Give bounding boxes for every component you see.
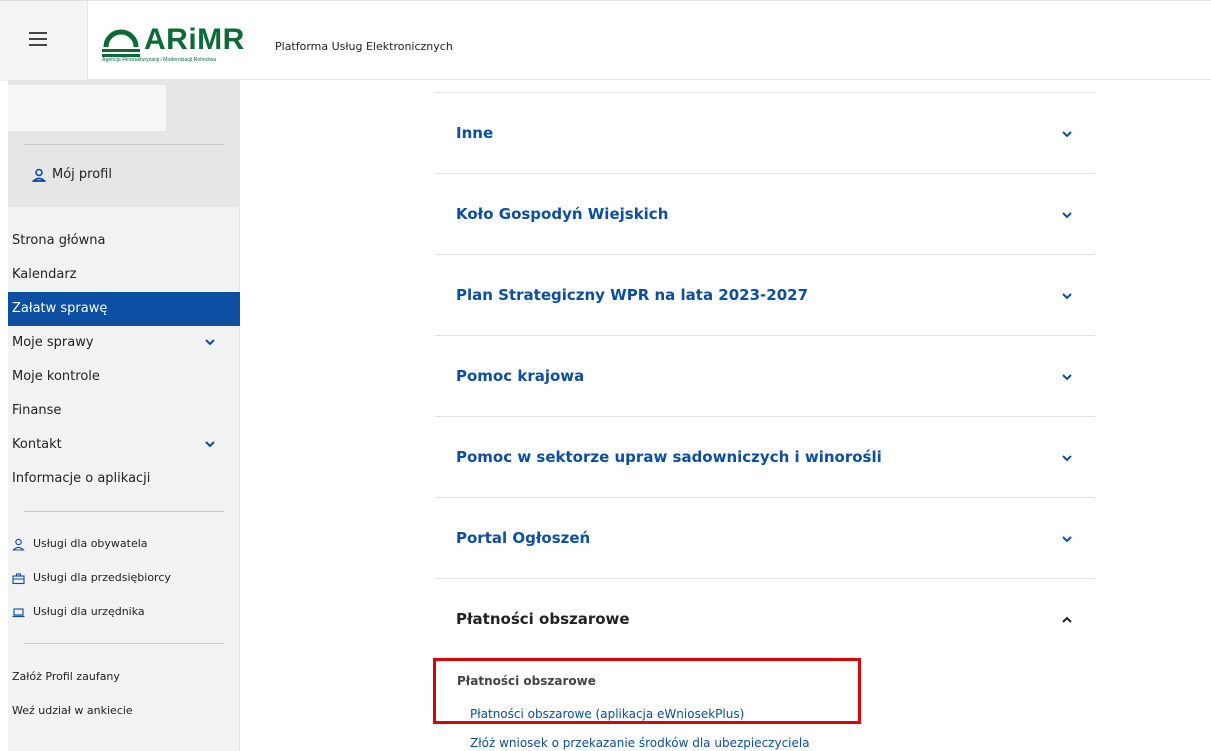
nav-item-my-matters[interactable]: Moje sprawy <box>8 326 240 360</box>
avatar <box>8 85 166 131</box>
nav-item-app-info[interactable]: Informacje o aplikacji <box>8 462 240 496</box>
insurer-transfer-link[interactable]: Złóż wniosek o przekazanie środków dla u… <box>470 736 810 750</box>
accordion-item-announcements[interactable]: Portal Ogłoszeń <box>435 498 1095 579</box>
nav-item-contact[interactable]: Kontakt <box>8 428 240 462</box>
accordion-item-kgw[interactable]: Koło Gospodyń Wiejskich <box>435 174 1095 255</box>
trusted-profile-label: Załóż Profil zaufany <box>12 670 120 683</box>
profile-area: Mój profil <box>8 80 240 207</box>
services-official-label: Usługi dla urzędnika <box>33 605 145 618</box>
accordion-item-wpr-plan[interactable]: Plan Strategiczny WPR na lata 2023-2027 <box>435 255 1095 336</box>
main-nav: Strona główna Kalendarz Załatw sprawę Mo… <box>8 224 240 496</box>
highlight-annotation <box>433 658 861 724</box>
sidebar: Mój profil Strona główna Kalendarz Załat… <box>8 80 240 751</box>
nav-label: Załatw sprawę <box>12 301 108 316</box>
accordion-title: Koło Gospodyń Wiejskich <box>456 205 669 223</box>
nav-item-calendar[interactable]: Kalendarz <box>8 258 240 292</box>
nav-item-finance[interactable]: Finanse <box>8 394 240 428</box>
chevron-down-icon <box>205 339 215 346</box>
accordion-title: Portal Ogłoszeń <box>456 529 591 547</box>
services-business-label: Usługi dla przedsiębiorcy <box>33 571 171 584</box>
nav-label: Strona główna <box>12 233 106 248</box>
accordion-item-area-payments[interactable]: Płatności obszarowe <box>435 579 1095 660</box>
survey-label: Weź udział w ankiecie <box>12 704 133 717</box>
services-business-link[interactable]: Usługi dla przedsiębiorcy <box>8 561 240 595</box>
accordion-title: Plan Strategiczny WPR na lata 2023-2027 <box>456 286 809 304</box>
logo-text: ARiMR <box>144 23 245 56</box>
top-header: ARiMR Agencja Restrukturyzacji i Moderni… <box>0 0 1211 81</box>
arimr-logo[interactable]: ARiMR Agencja Restrukturyzacji i Moderni… <box>100 23 260 67</box>
nav-item-my-inspections[interactable]: Moje kontrole <box>8 360 240 394</box>
services-citizen-link[interactable]: Usługi dla obywatela <box>8 527 240 561</box>
sidebar-divider <box>24 643 224 644</box>
chevron-down-icon <box>1062 131 1072 138</box>
accordion-title: Pomoc w sektorze upraw sadowniczych i wi… <box>456 448 882 466</box>
chevron-up-icon <box>1062 616 1072 623</box>
nav-label: Informacje o aplikacji <box>12 471 151 486</box>
chevron-down-icon <box>1062 374 1072 381</box>
trusted-profile-link[interactable]: Załóż Profil zaufany <box>8 660 240 694</box>
accordion-title: Pomoc krajowa <box>456 367 585 385</box>
chevron-down-icon <box>1062 293 1072 300</box>
chevron-down-icon <box>205 441 215 448</box>
menu-toggle-area <box>0 1 88 81</box>
nav-label: Moje kontrole <box>12 369 100 384</box>
profile-divider <box>24 144 224 145</box>
chevron-down-icon <box>1062 536 1072 543</box>
nav-item-handle-matter[interactable]: Załatw sprawę <box>8 292 240 326</box>
services-accordion: Inne Koło Gospodyń Wiejskich Plan Strate… <box>435 80 1095 751</box>
person-icon <box>12 538 25 551</box>
my-profile-label: Mój profil <box>52 167 112 182</box>
logo-mark-icon <box>102 29 140 57</box>
nav-label: Moje sprawy <box>12 335 94 350</box>
nav-label: Kalendarz <box>12 267 77 282</box>
user-icon <box>32 168 46 182</box>
accordion-item-other[interactable]: Inne <box>435 93 1095 174</box>
services-citizen-label: Usługi dla obywatela <box>33 537 148 550</box>
platform-title: Platforma Usług Elektronicznych <box>275 40 453 53</box>
nav-label: Finanse <box>12 403 62 418</box>
chevron-down-icon <box>1062 212 1072 219</box>
accordion-title: Inne <box>456 124 494 142</box>
my-profile-link[interactable]: Mój profil <box>32 167 112 182</box>
sidebar-divider <box>24 511 224 512</box>
accordion-item-national-aid[interactable]: Pomoc krajowa <box>435 336 1095 417</box>
extra-links: Załóż Profil zaufany Weź udział w ankiec… <box>8 660 240 728</box>
laptop-icon <box>12 607 25 617</box>
services-official-link[interactable]: Usługi dla urzędnika <box>8 595 240 629</box>
nav-item-home[interactable]: Strona główna <box>8 224 240 258</box>
accordion-title: Płatności obszarowe <box>456 610 630 628</box>
services-list: Usługi dla obywatela Usługi dla przedsię… <box>8 527 240 629</box>
briefcase-icon <box>12 572 25 584</box>
chevron-down-icon <box>1062 455 1072 462</box>
nav-label: Kontakt <box>12 437 62 452</box>
survey-link[interactable]: Weź udział w ankiecie <box>8 694 240 728</box>
hamburger-menu-icon[interactable] <box>29 32 47 46</box>
accordion-item-orchard-aid[interactable]: Pomoc w sektorze upraw sadowniczych i wi… <box>435 417 1095 498</box>
logo-subtitle: Agencja Restrukturyzacji i Modernizacji … <box>102 57 217 63</box>
